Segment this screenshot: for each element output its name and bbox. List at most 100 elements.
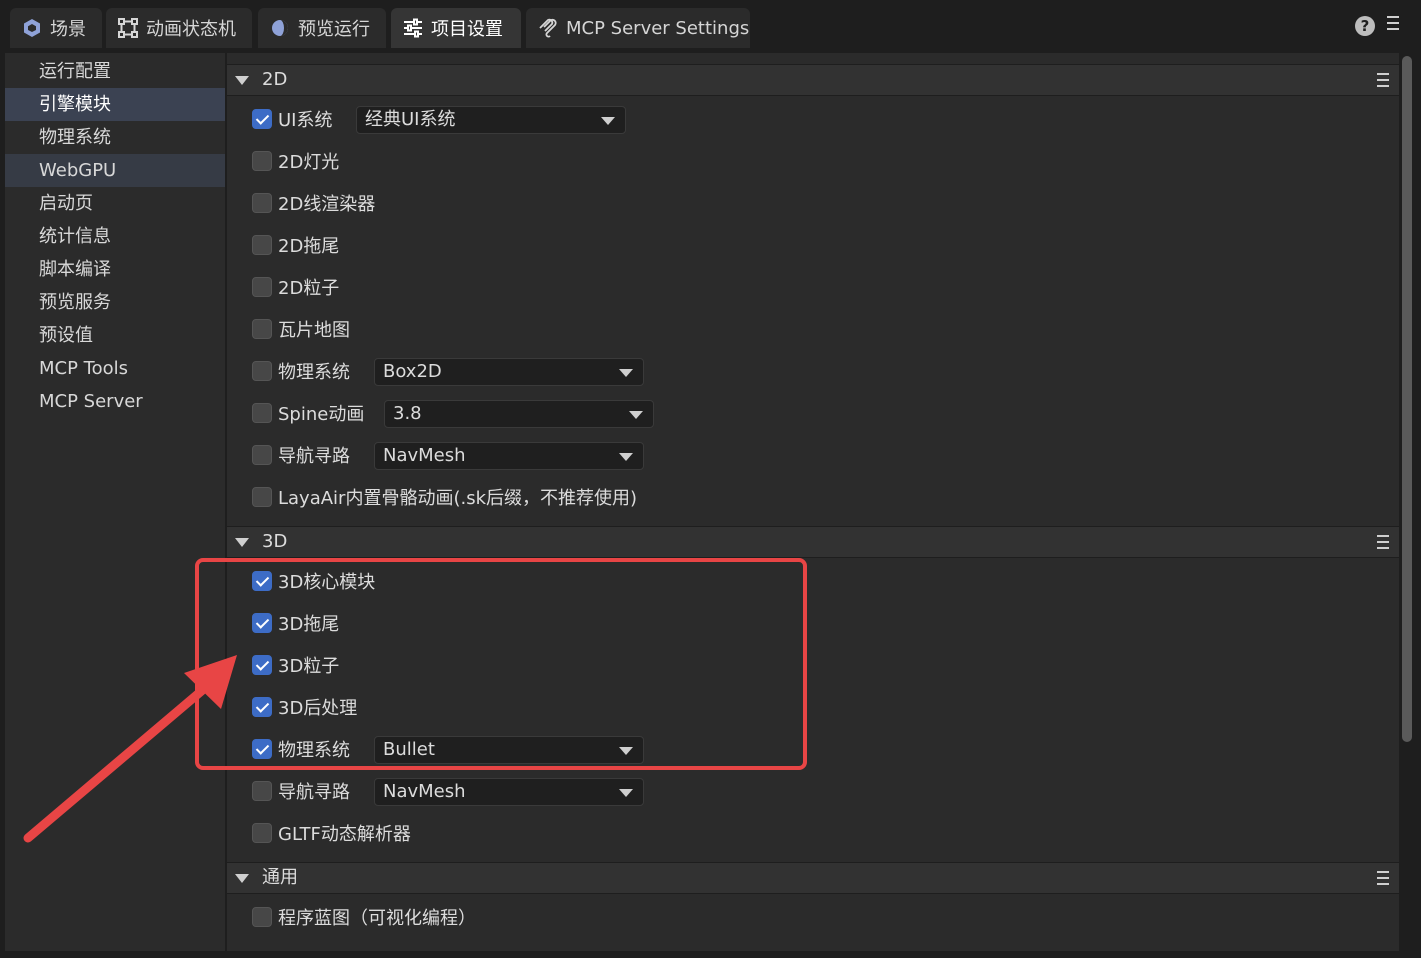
module-row-2d-physics: 物理系统 Box2D	[252, 358, 644, 386]
section-general-header[interactable]: 通用	[227, 862, 1399, 894]
sidebar-item-label: 引擎模块	[39, 94, 111, 115]
checkbox[interactable]	[252, 907, 272, 927]
module-label: 2D粒子	[278, 278, 340, 299]
tab-preview-run[interactable]: 预览运行	[258, 8, 386, 48]
module-label: 物理系统	[278, 740, 350, 761]
module-label: 程序蓝图（可视化编程）	[278, 908, 476, 929]
checkbox[interactable]	[252, 277, 272, 297]
module-row-2d-particle: 2D粒子	[252, 274, 339, 300]
checkbox[interactable]	[252, 739, 272, 759]
sidebar-item-stats[interactable]: 统计信息	[5, 220, 225, 253]
module-row-3d-core: 3D核心模块	[252, 568, 375, 594]
sidebar-item-label: 物理系统	[39, 127, 111, 148]
module-label: 瓦片地图	[278, 320, 350, 341]
checkbox[interactable]	[252, 697, 272, 717]
mcp-icon	[538, 18, 558, 38]
help-icon[interactable]: ?	[1355, 16, 1375, 36]
checkbox[interactable]	[252, 487, 272, 507]
checkbox[interactable]	[252, 571, 272, 591]
checkbox[interactable]	[252, 403, 272, 423]
module-label: GLTF动态解析器	[278, 824, 411, 845]
physics-3d-dropdown[interactable]: Bullet	[374, 736, 644, 764]
module-row-2d-light: 2D灯光	[252, 148, 339, 174]
dropdown-value: 3.8	[393, 403, 422, 424]
section-menu-icon[interactable]	[1377, 871, 1389, 885]
module-row-3d-navigation: 导航寻路 NavMesh	[252, 778, 644, 806]
dropdown-value: Box2D	[383, 361, 442, 382]
navigation-3d-dropdown[interactable]: NavMesh	[374, 778, 644, 806]
tab-mcp-server-settings[interactable]: MCP Server Settings	[526, 8, 750, 48]
sidebar-item-mcp-server[interactable]: MCP Server	[5, 385, 225, 418]
section-3d-header[interactable]: 3D	[227, 526, 1399, 558]
section-title: 通用	[262, 867, 298, 888]
checkbox[interactable]	[252, 445, 272, 465]
checkbox[interactable]	[252, 193, 272, 213]
cube-icon	[22, 18, 42, 38]
navigation-2d-dropdown[interactable]: NavMesh	[374, 442, 644, 470]
checkbox[interactable]	[252, 655, 272, 675]
chevron-down-icon	[619, 789, 633, 797]
module-label: 3D核心模块	[278, 572, 376, 593]
tab-bar: 场景 动画状态机 预览运行 项目设置 MCP Server Settings ?	[0, 0, 1421, 48]
tab-scene[interactable]: 场景	[10, 8, 102, 48]
settings-sidebar: 运行配置 引擎模块 物理系统 WebGPU 启动页 统计信息 脚本编译 预览服务…	[5, 53, 225, 951]
checkbox[interactable]	[252, 823, 272, 843]
module-row-3d-post-process: 3D后处理	[252, 694, 357, 720]
module-label: Spine动画	[278, 404, 365, 425]
sidebar-item-mcp-tools[interactable]: MCP Tools	[5, 352, 225, 385]
sidebar-item-preview-service[interactable]: 预览服务	[5, 286, 225, 319]
checkbox[interactable]	[252, 361, 272, 381]
sidebar-item-webgpu[interactable]: WebGPU	[5, 154, 225, 187]
module-row-spine: Spine动画 3.8	[252, 400, 654, 428]
section-menu-icon[interactable]	[1377, 73, 1389, 87]
sidebar-item-splash[interactable]: 启动页	[5, 187, 225, 220]
module-row-blueprint: 程序蓝图（可视化编程）	[252, 904, 476, 930]
sidebar-item-physics[interactable]: 物理系统	[5, 121, 225, 154]
module-label: 2D拖尾	[278, 236, 340, 257]
settings-sliders-icon	[403, 18, 423, 38]
dropdown-value: Bullet	[383, 739, 435, 760]
tab-label: 项目设置	[431, 19, 503, 40]
module-label: 导航寻路	[278, 782, 350, 803]
module-label: 物理系统	[278, 362, 350, 383]
module-row-3d-particle: 3D粒子	[252, 652, 339, 678]
scrollbar[interactable]	[1402, 56, 1412, 742]
checkbox[interactable]	[252, 781, 272, 801]
sidebar-item-label: 启动页	[39, 193, 93, 214]
sidebar-item-presets[interactable]: 预设值	[5, 319, 225, 352]
sidebar-item-label: WebGPU	[39, 160, 117, 181]
section-title: 3D	[262, 531, 288, 552]
sidebar-item-label: MCP Tools	[39, 358, 129, 379]
module-row-2d-navigation: 导航寻路 NavMesh	[252, 442, 644, 470]
section-menu-icon[interactable]	[1377, 535, 1389, 549]
collapse-triangle-icon	[235, 538, 249, 547]
sidebar-item-engine-modules[interactable]: 引擎模块	[5, 88, 225, 121]
module-label: UI系统	[278, 110, 333, 131]
section-title: 2D	[262, 69, 288, 90]
checkbox[interactable]	[252, 613, 272, 633]
checkbox[interactable]	[252, 319, 272, 339]
sidebar-item-script-compile[interactable]: 脚本编译	[5, 253, 225, 286]
checkbox[interactable]	[252, 109, 272, 129]
sidebar-item-label: MCP Server	[39, 391, 143, 412]
module-row-gltf-parser: GLTF动态解析器	[252, 820, 411, 846]
tab-label: MCP Server Settings	[566, 17, 750, 39]
tab-animation-state-machine[interactable]: 动画状态机	[106, 8, 252, 48]
collapse-triangle-icon	[235, 76, 249, 85]
ui-system-dropdown[interactable]: 经典UI系统	[356, 106, 626, 134]
checkbox[interactable]	[252, 235, 272, 255]
section-2d-header[interactable]: 2D	[227, 64, 1399, 96]
physics-2d-dropdown[interactable]: Box2D	[374, 358, 644, 386]
menu-icon[interactable]	[1387, 16, 1403, 36]
spine-version-dropdown[interactable]: 3.8	[384, 400, 654, 428]
checkbox[interactable]	[252, 151, 272, 171]
sidebar-item-label: 统计信息	[39, 226, 111, 247]
sidebar-item-label: 运行配置	[39, 61, 111, 82]
module-label: 3D后处理	[278, 698, 358, 719]
tab-project-settings[interactable]: 项目设置	[391, 8, 521, 48]
sidebar-item-label: 预设值	[39, 325, 93, 346]
module-row-tilemap: 瓦片地图	[252, 316, 350, 342]
sidebar-item-label: 预览服务	[39, 292, 111, 313]
sidebar-item-run-config[interactable]: 运行配置	[5, 55, 225, 88]
tab-label: 场景	[50, 19, 86, 40]
